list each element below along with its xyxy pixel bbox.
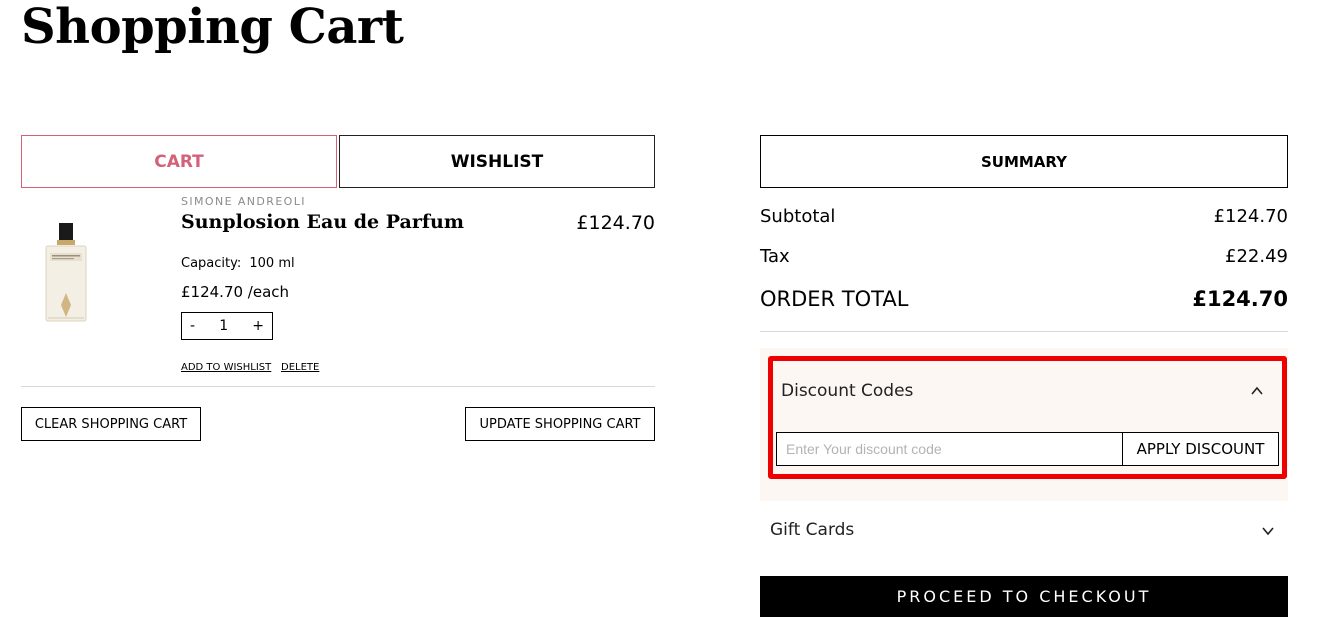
- unit-price: £124.70 /each: [181, 283, 290, 301]
- add-to-wishlist-link[interactable]: ADD TO WISHLIST: [181, 362, 271, 373]
- subtotal-value: £124.70: [1213, 206, 1288, 227]
- tab-cart[interactable]: CART: [21, 135, 337, 188]
- subtotal-row: Subtotal £124.70: [760, 206, 1288, 227]
- capacity-value: 100 ml: [249, 256, 295, 271]
- perfume-bottle-icon: [45, 223, 87, 322]
- delete-item-link[interactable]: DELETE: [281, 362, 319, 373]
- tax-row: Tax £22.49: [760, 246, 1288, 267]
- subtotal-label: Subtotal: [760, 206, 836, 227]
- quantity-value[interactable]: 1: [219, 318, 228, 334]
- product-image[interactable]: [36, 223, 96, 327]
- clear-cart-button[interactable]: CLEAR SHOPPING CART: [21, 407, 201, 441]
- summary-heading: SUMMARY: [760, 135, 1288, 188]
- quantity-stepper: - 1 +: [181, 312, 273, 340]
- discount-codes-toggle[interactable]: Discount Codes: [781, 381, 913, 401]
- quantity-decrease-button[interactable]: -: [190, 318, 195, 334]
- chevron-down-icon[interactable]: [1261, 524, 1275, 538]
- product-name[interactable]: Sunplosion Eau de Parfum: [181, 211, 464, 233]
- proceed-to-checkout-button[interactable]: PROCEED TO CHECKOUT: [760, 576, 1288, 617]
- tax-value: £22.49: [1225, 246, 1288, 267]
- page-title: Shopping Cart: [21, 0, 404, 55]
- tax-label: Tax: [760, 246, 790, 267]
- quantity-increase-button[interactable]: +: [252, 318, 264, 334]
- apply-discount-button[interactable]: APPLY DISCOUNT: [1122, 432, 1279, 466]
- order-total-value: £124.70: [1192, 287, 1288, 311]
- order-total-label: ORDER TOTAL: [760, 287, 909, 311]
- product-price: £124.70: [576, 212, 655, 234]
- capacity-label: Capacity:: [181, 256, 242, 271]
- gift-cards-toggle[interactable]: Gift Cards: [770, 520, 854, 540]
- order-total-row: ORDER TOTAL £124.70: [760, 287, 1288, 311]
- summary-divider: [760, 331, 1288, 332]
- chevron-up-icon[interactable]: [1250, 384, 1264, 398]
- update-cart-button[interactable]: UPDATE SHOPPING CART: [465, 407, 655, 441]
- discount-code-input[interactable]: [776, 432, 1123, 466]
- shopping-cart-page: Shopping Cart CART WISHLIST SIMONE ANDRE…: [0, 0, 1318, 617]
- item-divider: [21, 386, 655, 387]
- product-capacity: Capacity: 100 ml: [181, 256, 295, 271]
- tab-wishlist[interactable]: WISHLIST: [339, 135, 655, 188]
- product-brand: SIMONE ANDREOLI: [181, 195, 306, 208]
